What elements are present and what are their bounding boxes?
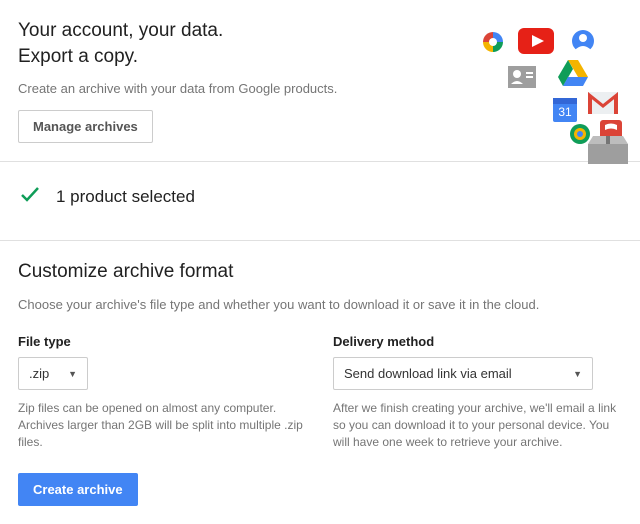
header-section: Your account, your data. Export a copy. … bbox=[0, 0, 640, 161]
chrome-icon bbox=[570, 124, 590, 144]
delivery-value: Send download link via email bbox=[344, 366, 512, 381]
delivery-label: Delivery method bbox=[333, 334, 622, 349]
filetype-label: File type bbox=[18, 334, 303, 349]
filetype-value: .zip bbox=[29, 366, 49, 381]
selected-count-text: 1 product selected bbox=[56, 187, 195, 207]
product-icon-cluster: 31 bbox=[458, 24, 628, 164]
delivery-select[interactable]: Send download link via email ▼ bbox=[333, 357, 593, 390]
customize-desc: Choose your archive's file type and whet… bbox=[18, 297, 622, 312]
chevron-down-icon: ▼ bbox=[573, 369, 582, 379]
chevron-down-icon: ▼ bbox=[68, 369, 77, 379]
drive-icon bbox=[558, 60, 588, 86]
contacts-icon bbox=[572, 30, 594, 52]
youtube-icon bbox=[518, 28, 554, 54]
filetype-select[interactable]: .zip ▼ bbox=[18, 357, 88, 390]
customize-title: Customize archive format bbox=[18, 261, 622, 283]
title-line1: Your account, your data. bbox=[18, 20, 223, 41]
delivery-help: After we finish creating your archive, w… bbox=[333, 400, 622, 450]
contact-card-icon bbox=[508, 66, 536, 88]
photos-icon bbox=[481, 30, 505, 54]
selection-section: 1 product selected bbox=[0, 162, 640, 240]
box-icon bbox=[588, 136, 628, 164]
checkmark-icon bbox=[18, 182, 42, 212]
manage-archives-button[interactable]: Manage archives bbox=[18, 110, 153, 143]
title-line2: Export a copy. bbox=[18, 46, 138, 67]
svg-text:31: 31 bbox=[558, 105, 572, 119]
delivery-column: Delivery method Send download link via e… bbox=[333, 334, 622, 450]
filetype-help: Zip files can be opened on almost any co… bbox=[18, 400, 303, 450]
format-columns: File type .zip ▼ Zip files can be opened… bbox=[18, 334, 622, 450]
create-archive-button[interactable]: Create archive bbox=[18, 473, 138, 506]
customize-section: Customize archive format Choose your arc… bbox=[0, 241, 640, 523]
filetype-column: File type .zip ▼ Zip files can be opened… bbox=[18, 334, 303, 450]
calendar-icon: 31 bbox=[553, 98, 577, 122]
gmail-icon bbox=[588, 92, 618, 114]
